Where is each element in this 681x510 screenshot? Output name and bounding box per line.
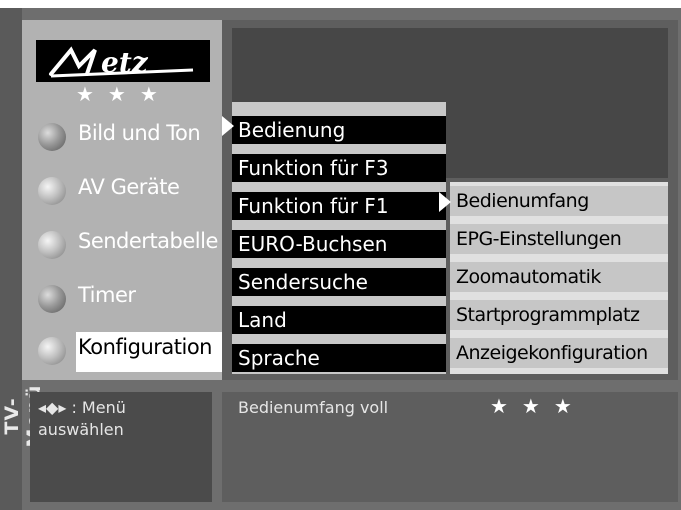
submenu-item-label: Anzeigekonfiguration — [456, 342, 648, 364]
submenu-item-label: Bedienumfang — [456, 190, 589, 212]
menu-item-label: Sendersuche — [238, 270, 368, 294]
sidebar-item-timer[interactable]: Timer — [36, 280, 222, 316]
submenu-item-label: Zoomautomatik — [456, 266, 601, 288]
submenu-item-anzeigekonfiguration[interactable]: Anzeigekonfiguration — [450, 338, 668, 368]
hint-navigation: ◂◆▸ : Menü — [38, 398, 126, 417]
menu-item-label: Land — [238, 308, 287, 332]
menu-item-euro-buchsen[interactable]: EURO-Buchsen — [232, 230, 446, 258]
status-stars: ★★★ — [490, 394, 586, 418]
menu-item-sprache[interactable]: Sprache — [232, 344, 446, 372]
metz-logo: etz — [36, 40, 210, 82]
menu-item-funktion-f1[interactable]: Funktion für F1 — [232, 192, 446, 220]
bullet-icon — [38, 177, 66, 205]
bedienung-submenu: Bedienumfang EPG-Einstellungen Zoomautom… — [450, 182, 668, 374]
hint-select: auswählen — [38, 420, 124, 439]
submenu-item-startprogrammplatz[interactable]: Startprogrammplatz — [450, 300, 668, 330]
logo-stars: ★★★ — [76, 82, 172, 106]
sidebar-item-label: Konfiguration — [78, 335, 212, 359]
bullet-icon — [38, 123, 66, 151]
menu-item-sendersuche[interactable]: Sendersuche — [232, 268, 446, 296]
submenu-item-label: Startprogrammplatz — [456, 304, 640, 326]
submenu-item-label: EPG-Einstellungen — [456, 228, 622, 250]
sidebar-item-label: AV Geräte — [78, 175, 180, 199]
sidebar-item-label: Sendertabelle — [78, 229, 218, 253]
submenu-pointer-icon — [439, 192, 451, 212]
bullet-icon — [38, 285, 66, 313]
sidebar-item-label: Timer — [78, 283, 136, 307]
help-panel: ◂◆▸ : Menü auswählen — [30, 392, 212, 502]
menu-item-label: Funktion für F1 — [238, 194, 389, 218]
menu-item-bedienung[interactable]: Bedienung — [232, 116, 446, 144]
status-panel: Bedienumfang voll ★★★ — [222, 392, 678, 502]
top-edge — [545, 0, 681, 8]
menu-item-label: Bedienung — [238, 118, 346, 142]
metz-logo-mark: etz — [49, 46, 194, 78]
sidebar-item-sendertabelle[interactable]: Sendertabelle — [36, 226, 222, 262]
bullet-icon — [38, 231, 66, 259]
status-text: Bedienumfang voll — [238, 398, 389, 417]
sidebar-item-konfiguration[interactable]: Konfiguration — [36, 332, 258, 372]
menu-item-funktion-f3[interactable]: Funktion für F3 — [232, 154, 446, 182]
tv-menu-title: TV-Menü — [1, 385, 45, 448]
submenu-item-zoomautomatik[interactable]: Zoomautomatik — [450, 262, 668, 292]
sidebar-item-bild-und-ton[interactable]: Bild und Ton — [36, 118, 222, 154]
submenu-item-epg-einstellungen[interactable]: EPG-Einstellungen — [450, 224, 668, 254]
bullet-icon — [38, 337, 66, 365]
config-menu: Bedienung Funktion für F3 Funktion für F… — [232, 102, 446, 374]
menu-item-label: Funktion für F3 — [238, 156, 389, 180]
sidebar-item-av-geraete[interactable]: AV Geräte — [36, 172, 222, 208]
menu-item-land[interactable]: Land — [232, 306, 446, 334]
menu-item-label: Sprache — [238, 346, 320, 370]
submenu-item-bedienumfang[interactable]: Bedienumfang — [450, 186, 668, 216]
menu-item-label: EURO-Buchsen — [238, 232, 388, 256]
sidebar-item-label: Bild und Ton — [78, 121, 201, 145]
menu-pointer-icon — [222, 116, 234, 136]
